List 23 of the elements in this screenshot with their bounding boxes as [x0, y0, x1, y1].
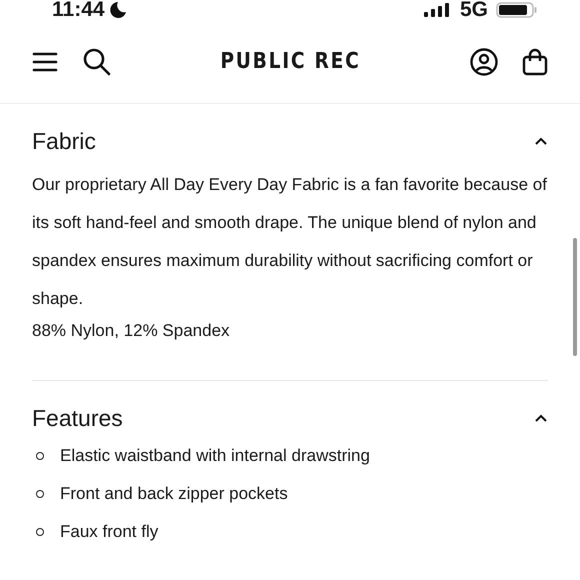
bullet-icon	[36, 452, 44, 460]
scrollbar[interactable]	[573, 238, 577, 356]
menu-icon[interactable]	[32, 50, 58, 72]
chevron-up-icon[interactable]	[534, 136, 548, 146]
bullet-icon	[36, 490, 44, 498]
moon-icon	[108, 2, 127, 18]
account-icon[interactable]	[470, 48, 498, 76]
section-heading: Features	[32, 404, 123, 433]
section-heading: Fabric	[32, 127, 96, 156]
network-label: 5G	[460, 2, 488, 18]
chevron-up-icon[interactable]	[534, 414, 548, 422]
battery-icon	[496, 2, 538, 18]
composition-text: 88% Nylon, 12% Spandex	[32, 320, 231, 342]
clock-time: 11:44	[52, 2, 105, 18]
feature-item: Front and back zipper pockets	[60, 483, 288, 505]
shopping-bag-icon[interactable]	[522, 48, 548, 76]
feature-item: Faux front fly	[60, 521, 158, 543]
search-icon[interactable]	[82, 46, 112, 76]
bullet-icon	[36, 528, 44, 536]
brand-logo[interactable]: PUBLIC REC	[220, 45, 360, 78]
feature-item: Elastic waistband with internal drawstring	[60, 445, 370, 467]
signal-icon	[424, 3, 452, 17]
description-text: Our proprietary All Day Every Day Fabric is a fan favorite because of its soft hand-feel and smooth drape. The unique blend of nylon and spandex ensures maximum durability without sacrificing comfort or shape.	[32, 174, 548, 310]
